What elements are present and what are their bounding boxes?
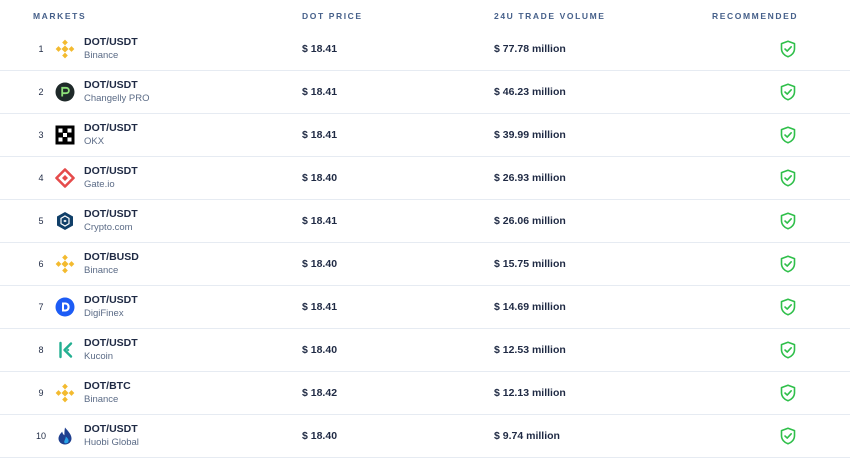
row-rank: 3 [38, 130, 44, 140]
table-row[interactable]: 1 DOT/USDT Binance $ 18.41 $ 77.78 milli… [0, 28, 850, 71]
market-pair[interactable]: DOT/USDT [84, 36, 138, 48]
huobi-global-icon [55, 426, 75, 446]
binance-icon [55, 383, 75, 403]
market-pair[interactable]: DOT/BTC [84, 380, 131, 392]
trade-volume: $ 46.23 million [494, 86, 566, 98]
trade-volume: $ 15.75 million [494, 258, 566, 270]
table-row[interactable]: 10 DOT/USDT Huobi Global $ 18.40 $ 9.74 … [0, 415, 850, 458]
table-row[interactable]: 8 DOT/USDT Kucoin $ 18.40 $ 12.53 millio… [0, 329, 850, 372]
row-rank: 1 [38, 44, 44, 54]
header-dot-price: DOT PRICE [302, 11, 363, 21]
binance-icon [55, 39, 75, 59]
row-rank: 6 [38, 259, 44, 269]
trade-volume: $ 77.78 million [494, 43, 566, 55]
market-pair[interactable]: DOT/USDT [84, 337, 138, 349]
market-pair[interactable]: DOT/BUSD [84, 251, 139, 263]
exchange-name: Huobi Global [84, 437, 139, 448]
row-rank: 2 [38, 87, 44, 97]
recommended-shield-icon [780, 427, 796, 445]
dot-price: $ 18.40 [302, 430, 338, 442]
exchange-name: Binance [84, 265, 119, 276]
dot-price: $ 18.42 [302, 387, 338, 399]
dot-price: $ 18.41 [302, 43, 338, 55]
row-rank: 8 [38, 345, 44, 355]
table-row[interactable]: 7 DOT/USDT DigiFinex $ 18.41 $ 14.69 mil… [0, 286, 850, 329]
gate-io-icon [55, 168, 75, 188]
exchange-name: Kucoin [84, 351, 114, 362]
row-rank: 4 [38, 173, 44, 183]
recommended-shield-icon [780, 169, 796, 187]
market-pair[interactable]: DOT/USDT [84, 79, 138, 91]
market-pair[interactable]: DOT/USDT [84, 208, 138, 220]
table-row[interactable]: 2 DOT/USDT Changelly PRO $ 18.41 $ 46.23… [0, 71, 850, 114]
trade-volume: $ 9.74 million [494, 430, 560, 442]
recommended-shield-icon [780, 384, 796, 402]
kucoin-icon [55, 340, 75, 360]
market-pair[interactable]: DOT/USDT [84, 294, 138, 306]
dot-price: $ 18.41 [302, 86, 338, 98]
exchange-name: DigiFinex [84, 308, 124, 319]
row-rank: 5 [38, 216, 44, 226]
recommended-shield-icon [780, 298, 796, 316]
recommended-shield-icon [780, 40, 796, 58]
dot-price: $ 18.41 [302, 215, 338, 227]
recommended-shield-icon [780, 341, 796, 359]
dot-price: $ 18.40 [302, 344, 338, 356]
dot-price: $ 18.40 [302, 172, 338, 184]
header-recommended: RECOMMENDED [712, 11, 799, 21]
table-header: MARKETS DOT PRICE 24U TRADE VOLUME RECOM… [0, 0, 850, 29]
trade-volume: $ 26.06 million [494, 215, 566, 227]
market-pair[interactable]: DOT/USDT [84, 122, 138, 134]
recommended-shield-icon [780, 83, 796, 101]
okx-icon [55, 125, 75, 145]
trade-volume: $ 26.93 million [494, 172, 566, 184]
trade-volume: $ 12.13 million [494, 387, 566, 399]
digifinex-icon [55, 297, 75, 317]
recommended-shield-icon [780, 126, 796, 144]
trade-volume: $ 14.69 million [494, 301, 566, 313]
table-body: 1 DOT/USDT Binance $ 18.41 $ 77.78 milli… [0, 28, 850, 458]
row-rank: 9 [38, 388, 44, 398]
table-row[interactable]: 4 DOT/USDT Gate.io $ 18.40 $ 26.93 milli… [0, 157, 850, 200]
exchange-name: Crypto.com [84, 222, 133, 233]
row-rank: 10 [35, 431, 46, 441]
row-rank: 7 [38, 302, 44, 312]
table-row[interactable]: 6 DOT/BUSD Binance $ 18.40 $ 15.75 milli… [0, 243, 850, 286]
exchange-name: Binance [84, 394, 119, 405]
market-pair[interactable]: DOT/USDT [84, 165, 138, 177]
header-trade-volume: 24U TRADE VOLUME [494, 11, 606, 21]
trade-volume: $ 39.99 million [494, 129, 566, 141]
dot-price: $ 18.41 [302, 129, 338, 141]
dot-price: $ 18.41 [302, 301, 338, 313]
recommended-shield-icon [780, 255, 796, 273]
exchange-name: Changelly PRO [84, 93, 150, 104]
table-row[interactable]: 3 DOT/USDT OKX $ 18.41 $ 39.99 million [0, 114, 850, 157]
header-markets: MARKETS [33, 11, 87, 21]
markets-table: MARKETS DOT PRICE 24U TRADE VOLUME RECOM… [0, 0, 850, 460]
changelly-pro-icon [55, 82, 75, 102]
crypto-com-icon [55, 211, 75, 231]
binance-icon [55, 254, 75, 274]
dot-price: $ 18.40 [302, 258, 338, 270]
table-row[interactable]: 5 DOT/USDT Crypto.com $ 18.41 $ 26.06 mi… [0, 200, 850, 243]
exchange-name: Binance [84, 50, 119, 61]
recommended-shield-icon [780, 212, 796, 230]
table-row[interactable]: 9 DOT/BTC Binance $ 18.42 $ 12.13 millio… [0, 372, 850, 415]
exchange-name: OKX [84, 136, 105, 147]
exchange-name: Gate.io [84, 179, 115, 190]
market-pair[interactable]: DOT/USDT [84, 423, 138, 435]
trade-volume: $ 12.53 million [494, 344, 566, 356]
